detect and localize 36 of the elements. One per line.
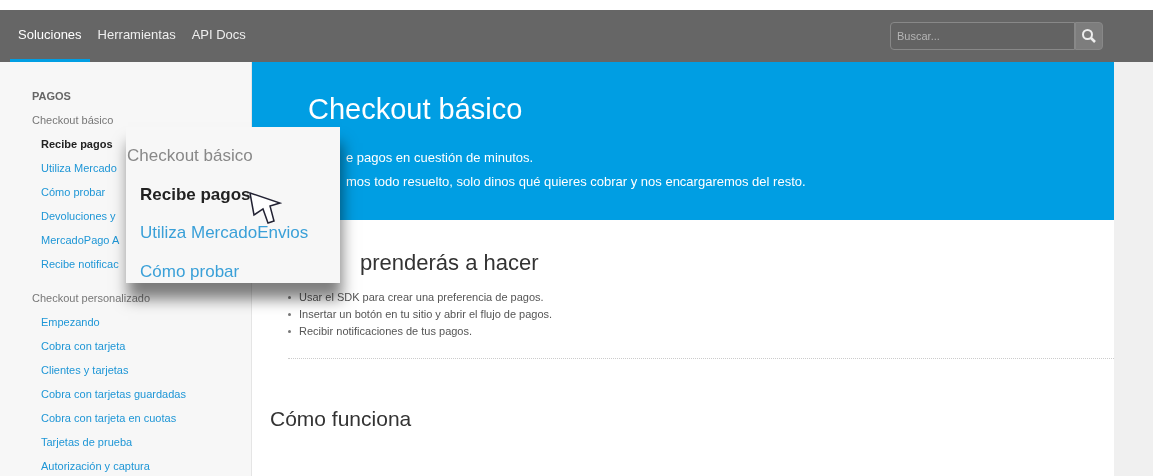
nav-tab[interactable]: Herramientas: [89, 10, 184, 62]
sidebar-item[interactable]: Recibe pagos: [41, 132, 113, 156]
sidebar-item[interactable]: Cobra con tarjetas guardadas: [41, 382, 186, 406]
popup-item[interactable]: Cómo probar: [140, 258, 240, 284]
popup-title: Checkout básico: [127, 145, 253, 167]
sidebar-item[interactable]: Tarjetas de prueba: [41, 430, 133, 454]
sidebar-item[interactable]: Clientes y tarjetas: [41, 358, 129, 382]
section-heading: Cómo funciona: [270, 406, 412, 432]
section-heading: prenderás a hacer: [360, 249, 539, 277]
sidebar-item[interactable]: Devoluciones y: [41, 204, 116, 228]
sidebar-item[interactable]: Cómo probar: [41, 180, 106, 204]
hero-text: e pagos en cuestión de minutos.: [346, 148, 534, 167]
sidebar-item[interactable]: Recibe notificac: [41, 252, 119, 276]
bullet-text: Recibir notificaciones de tus pagos.: [299, 324, 473, 340]
cursor-icon: [248, 191, 282, 227]
hero-text: mos todo resuelto, solo dinos qué quieres cobrar y nos encargaremos del resto.: [346, 172, 806, 191]
search-icon: [1081, 28, 1097, 44]
bullet-icon: [288, 296, 291, 299]
bullet-icon: [288, 330, 291, 333]
bullet-text: Insertar un botón en tu sitio y abrir el flujo de pagos.: [299, 307, 553, 323]
section-heading: PAGOS: [32, 89, 72, 104]
bullet-icon: [288, 313, 291, 316]
sidebar-item[interactable]: Empezando: [41, 310, 100, 334]
search-field[interactable]: Buscar...: [890, 22, 1075, 50]
sidebar-item[interactable]: Utiliza Mercado: [41, 156, 117, 180]
search-button[interactable]: [1075, 22, 1103, 50]
popup-item[interactable]: Recibe pagos: [140, 181, 251, 207]
popup-item[interactable]: Utiliza MercadoEnvios: [140, 220, 309, 246]
sidebar-item[interactable]: Cobra con tarjeta: [41, 334, 126, 358]
bullet-text: Usar el SDK para crear una preferencia de pagos.: [299, 290, 544, 306]
sidebar-item[interactable]: MercadoPago A: [41, 228, 120, 252]
hero-title: Checkout básico: [308, 92, 523, 127]
nav-tab[interactable]: API Docs: [183, 10, 254, 62]
sidebar-group-title[interactable]: Checkout básico: [32, 108, 114, 132]
sidebar-item[interactable]: Autorización y captura: [41, 454, 150, 476]
sidebar-item[interactable]: Cobra con tarjeta en cuotas: [41, 406, 177, 430]
